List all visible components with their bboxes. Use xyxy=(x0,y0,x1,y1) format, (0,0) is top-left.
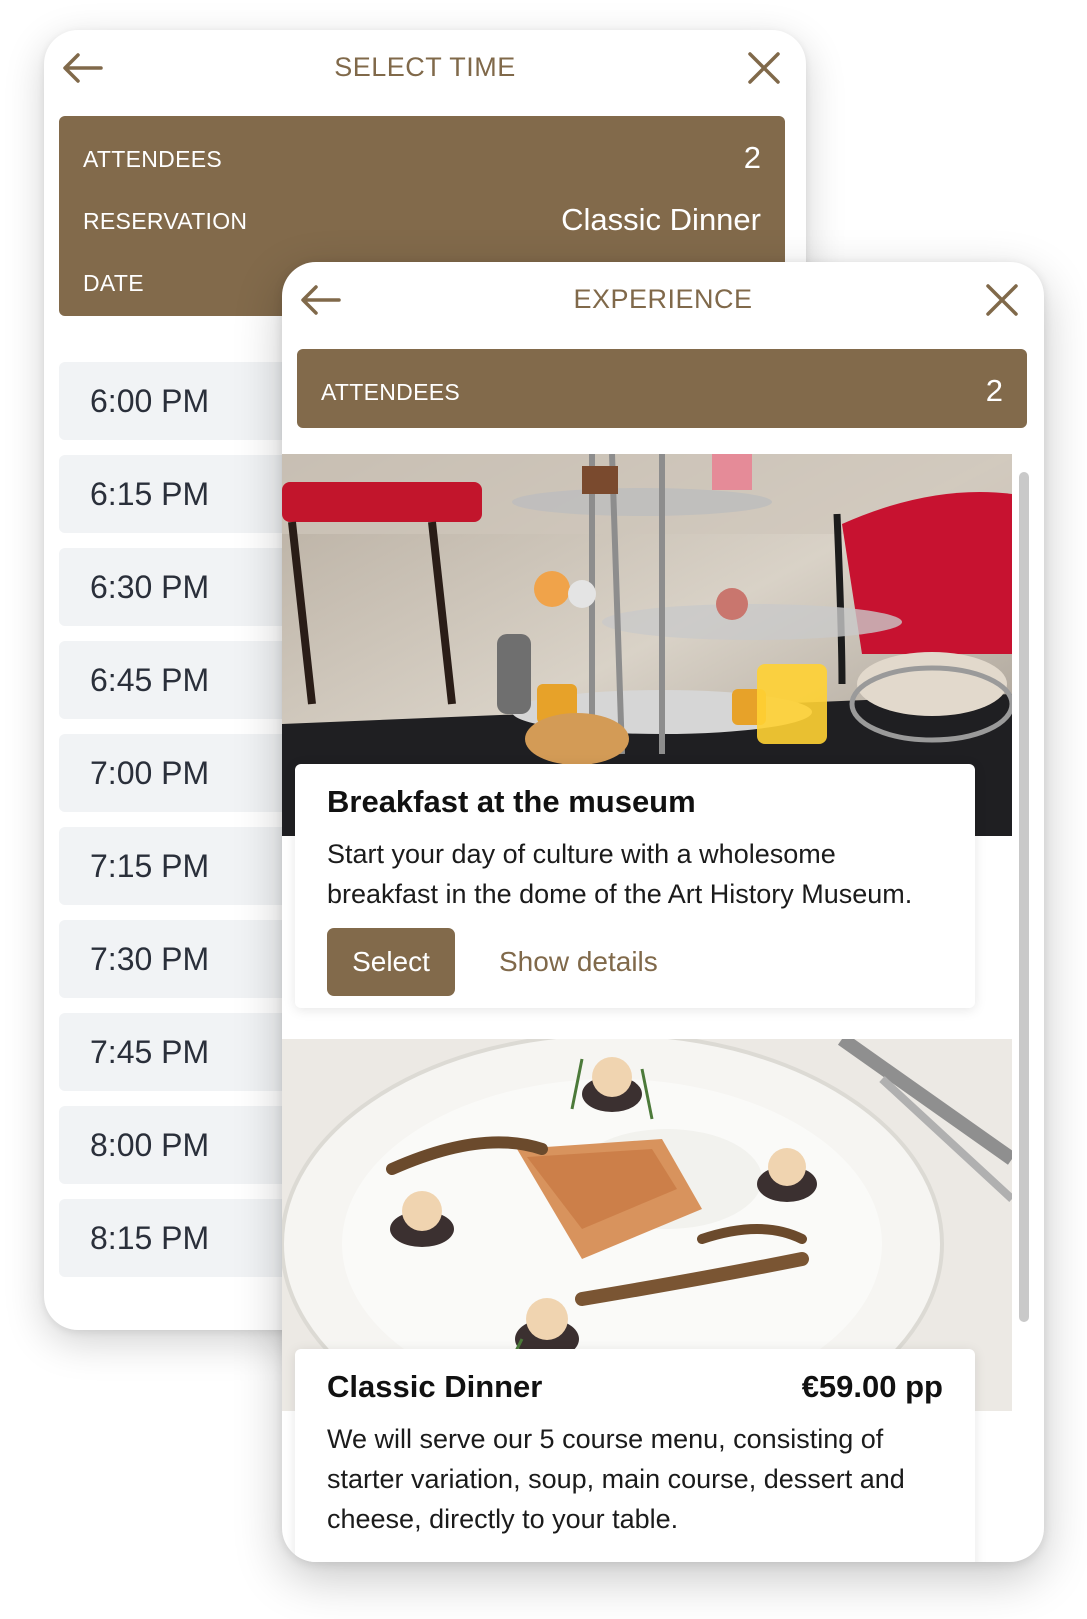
dialog-header: SELECT TIME xyxy=(44,30,806,108)
date-label: DATE xyxy=(83,270,144,296)
attendees-label: ATTENDEES xyxy=(321,379,461,405)
scrollbar[interactable] xyxy=(1019,472,1029,1322)
time-slot-label: 6:00 PM xyxy=(90,383,210,419)
experience-card: Classic Dinner €59.00 pp We will serve o… xyxy=(295,1349,975,1562)
time-slot-label: 7:15 PM xyxy=(90,848,210,884)
select-button[interactable]: Select xyxy=(327,928,455,996)
close-icon[interactable] xyxy=(746,50,782,86)
summary-row-attendees: ATTENDEES 2 xyxy=(83,136,761,176)
experience-price: €59.00 pp xyxy=(801,1369,943,1404)
experience-title: Breakfast at the museum xyxy=(327,784,696,819)
experience-card: Breakfast at the museum Start your day o… xyxy=(295,764,975,1008)
attendees-value: 2 xyxy=(743,140,761,175)
time-slot-label: 8:15 PM xyxy=(90,1220,210,1256)
dialog-title: SELECT TIME xyxy=(334,52,516,82)
experience-dialog: EXPERIENCE ATTENDEES 2 Breakfast at the … xyxy=(282,262,1044,1562)
reservation-value: Classic Dinner xyxy=(561,202,761,237)
reservation-summary: ATTENDEES 2 xyxy=(297,349,1027,428)
experience-list[interactable]: Breakfast at the museum Start your day o… xyxy=(282,454,1012,1562)
show-details-link[interactable]: Show details xyxy=(499,946,658,978)
time-slot-label: 8:00 PM xyxy=(90,1127,210,1163)
dialog-title: EXPERIENCE xyxy=(573,284,753,314)
summary-row-attendees: ATTENDEES 2 xyxy=(321,369,1003,409)
summary-row-reservation: RESERVATION Classic Dinner xyxy=(83,198,761,238)
attendees-label: ATTENDEES xyxy=(83,146,223,172)
time-slot-label: 7:00 PM xyxy=(90,755,210,791)
experience-description: Start your day of culture with a wholeso… xyxy=(327,839,913,909)
dialog-header: EXPERIENCE xyxy=(282,262,1044,340)
attendees-value: 2 xyxy=(985,373,1003,408)
experience-title: Classic Dinner xyxy=(327,1369,543,1404)
close-icon[interactable] xyxy=(984,282,1020,318)
reservation-label: RESERVATION xyxy=(83,208,248,234)
time-slot-label: 7:45 PM xyxy=(90,1034,210,1070)
time-slot-label: 7:30 PM xyxy=(90,941,210,977)
experience-description: We will serve our 5 course menu, consist… xyxy=(327,1424,905,1534)
time-slot-label: 6:15 PM xyxy=(90,476,210,512)
time-slot-label: 6:45 PM xyxy=(90,662,210,698)
time-slot-label: 6:30 PM xyxy=(90,569,210,605)
